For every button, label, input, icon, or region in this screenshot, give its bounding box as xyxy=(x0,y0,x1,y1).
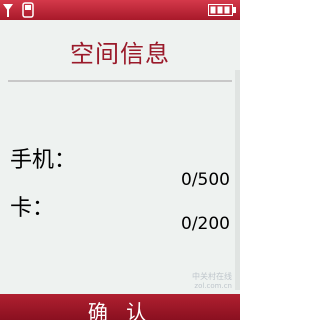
status-bar xyxy=(0,0,240,20)
svg-text:zol.com.cn: zol.com.cn xyxy=(194,282,232,290)
battery-icon xyxy=(208,4,236,16)
watermark-logo: 中关村在线 zol.com.cn xyxy=(192,271,232,290)
card-storage-value: 0/200 xyxy=(181,214,230,234)
page-title: 空间信息 xyxy=(70,40,170,68)
phone-storage-value: 0/500 xyxy=(181,170,230,190)
confirm-button[interactable]: 确 认 xyxy=(0,296,240,320)
phone-screen: 空间信息 手机： 0/500 卡： 0/200 中关村在线 zol.com.cn… xyxy=(0,0,240,320)
title-divider xyxy=(8,80,232,82)
svg-text:中关村在线: 中关村在线 xyxy=(192,271,232,281)
scrollbar[interactable] xyxy=(235,70,240,290)
softkey-bar: 确 认 xyxy=(0,294,240,320)
card-storage-label: 卡： xyxy=(10,196,55,221)
signal-strength-icon xyxy=(3,4,13,17)
phone-storage-label: 手机： xyxy=(10,148,77,173)
phone-memory-icon xyxy=(22,2,34,18)
